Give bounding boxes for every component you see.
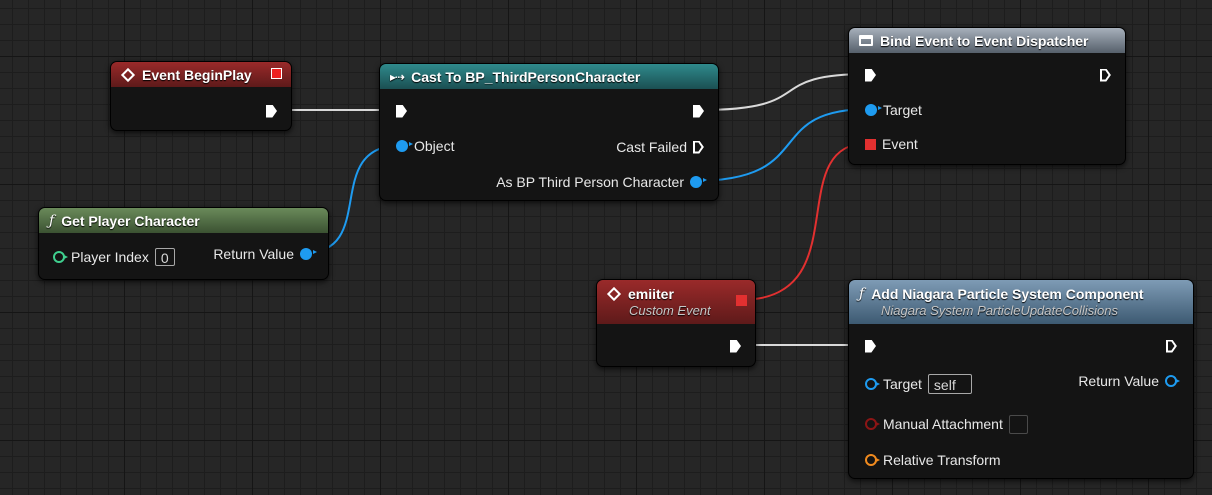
return-value-pin[interactable] <box>300 248 317 260</box>
custom-event-title: emiiter <box>628 286 674 302</box>
player-index-input[interactable]: 0 <box>154 248 175 266</box>
exec-wire-cast-to-bind[interactable] <box>699 73 869 111</box>
as-character-out-pin[interactable] <box>690 176 707 188</box>
cast-failed-exec-pin[interactable] <box>693 141 704 154</box>
exec-out-pin[interactable] <box>730 339 741 353</box>
custom-event-subtitle: Custom Event <box>629 303 711 318</box>
get-player-character-node[interactable]: ƒ Get Player Character Player Index 0 Re… <box>38 207 329 280</box>
return-value-label: Return Value <box>1078 373 1159 389</box>
add-niagara-title: Add Niagara Particle System Component <box>871 286 1144 302</box>
manual-attachment-checkbox[interactable] <box>1008 414 1028 434</box>
relative-transform-label: Relative Transform <box>883 452 1001 468</box>
cast-exec-in-row <box>396 101 407 121</box>
delegate-wire-emitter-to-bind-event[interactable] <box>739 142 870 301</box>
manual-attachment-row: Manual Attachment <box>865 414 1028 434</box>
event-label: Event <box>882 136 918 152</box>
event-delegate-out-pin[interactable] <box>736 295 747 306</box>
custom-event-node[interactable]: emiiter Custom Event <box>596 279 756 367</box>
target-label: Target <box>883 102 922 118</box>
event-delegate-pin[interactable] <box>865 138 876 150</box>
dispatcher-window-icon <box>859 35 873 46</box>
cast-title: Cast To BP_ThirdPersonCharacter <box>411 68 641 85</box>
get-player-header[interactable]: ƒ Get Player Character <box>39 208 328 233</box>
cast-node[interactable]: ▸⇢ Cast To BP_ThirdPersonCharacter Objec… <box>379 63 719 201</box>
add-niagara-node[interactable]: ƒ Add Niagara Particle System Component … <box>848 279 1194 479</box>
player-index-label: Player Index <box>71 249 149 265</box>
event-diamond-icon <box>120 67 136 82</box>
event-stop-icon <box>271 68 282 79</box>
niagara-exec-in-row <box>865 336 876 356</box>
cast-as-row: As BP Third Person Character <box>490 172 707 192</box>
exec-in-pin[interactable] <box>865 339 876 353</box>
player-index-row: Player Index 0 <box>53 247 175 267</box>
niagara-return-row: Return Value <box>1072 371 1180 391</box>
return-value-pin[interactable] <box>1165 375 1180 387</box>
object-label: Object <box>414 138 455 154</box>
cast-arrow-icon: ▸⇢ <box>390 69 405 84</box>
beginplay-exec-out-row <box>266 101 277 121</box>
object-wire-cast-to-bind-target[interactable] <box>692 108 871 182</box>
manual-attachment-pin[interactable] <box>865 418 880 430</box>
event-diamond-icon <box>606 286 622 302</box>
event-beginplay-node[interactable]: Event BeginPlay <box>110 61 292 131</box>
target-self-input[interactable]: self <box>927 374 972 394</box>
target-in-pin[interactable] <box>865 378 880 390</box>
function-f-icon: ƒ <box>49 212 55 229</box>
add-niagara-header[interactable]: ƒ Add Niagara Particle System Component … <box>849 280 1193 324</box>
target-in-pin[interactable] <box>865 104 882 116</box>
relative-transform-row: Relative Transform <box>865 450 1006 470</box>
niagara-target-row: Target self <box>865 374 972 394</box>
bind-event-node[interactable]: Bind Event to Event Dispatcher Target Ev… <box>848 27 1126 165</box>
bind-event-row: Event <box>865 134 924 154</box>
bind-exec-out-row <box>1100 65 1111 85</box>
exec-in-pin[interactable] <box>865 68 876 82</box>
manual-attachment-label: Manual Attachment <box>883 416 1003 432</box>
cast-object-row: Object <box>396 136 460 156</box>
exec-out-pin[interactable] <box>1166 340 1177 353</box>
bind-exec-in-row <box>865 65 876 85</box>
exec-out-pin[interactable] <box>693 104 704 118</box>
exec-out-pin[interactable] <box>266 104 277 118</box>
exec-out-pin[interactable] <box>1100 69 1111 82</box>
player-index-pin[interactable] <box>53 251 68 263</box>
target-label: Target <box>883 376 922 392</box>
bind-event-title: Bind Event to Event Dispatcher <box>880 32 1089 49</box>
custom-event-exec-out-row <box>730 336 741 356</box>
bind-target-row: Target <box>865 100 928 120</box>
bind-event-header[interactable]: Bind Event to Event Dispatcher <box>849 28 1125 53</box>
return-value-label: Return Value <box>213 246 294 262</box>
function-f-icon: ƒ <box>859 286 865 302</box>
event-beginplay-header[interactable]: Event BeginPlay <box>111 62 291 87</box>
cast-header[interactable]: ▸⇢ Cast To BP_ThirdPersonCharacter <box>380 64 718 89</box>
cast-failed-row: Cast Failed <box>610 137 704 157</box>
as-character-label: As BP Third Person Character <box>496 174 684 190</box>
exec-in-pin[interactable] <box>396 104 407 118</box>
event-beginplay-title: Event BeginPlay <box>142 66 252 83</box>
custom-event-header[interactable]: emiiter Custom Event <box>597 280 755 324</box>
get-player-title: Get Player Character <box>61 212 200 229</box>
niagara-exec-out-row <box>1166 336 1177 356</box>
relative-transform-pin[interactable] <box>865 454 880 466</box>
cast-failed-label: Cast Failed <box>616 139 687 155</box>
object-in-pin[interactable] <box>396 140 413 152</box>
return-value-row: Return Value <box>207 244 317 264</box>
cast-exec-out-row <box>693 101 704 121</box>
add-niagara-subtitle: Niagara System ParticleUpdateCollisions <box>881 303 1118 318</box>
